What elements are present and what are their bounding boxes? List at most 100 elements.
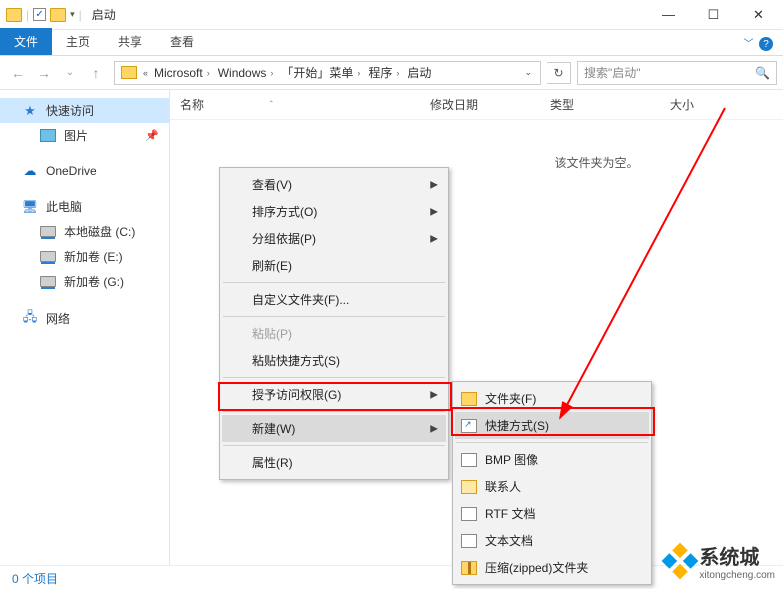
ctx-new-shortcut[interactable]: 快捷方式(S) — [455, 412, 649, 439]
tab-home[interactable]: 主页 — [52, 28, 104, 55]
qat-folder-icon[interactable] — [50, 8, 66, 22]
divider: | — [79, 8, 82, 22]
ctx-new-txt[interactable]: 文本文档 — [455, 527, 649, 554]
pin-icon: 📌 — [145, 129, 159, 142]
sidebar-item-pictures[interactable]: 图片 📌 — [0, 123, 169, 148]
ctx-new-bmp[interactable]: BMP 图像 — [455, 446, 649, 473]
ctx-new[interactable]: 新建(W)▶ — [222, 415, 446, 442]
tab-view[interactable]: 查看 — [156, 28, 208, 55]
breadcrumb[interactable]: « Microsoft› Windows› 「开始」菜单› 程序› 启动 ⌄ — [114, 61, 541, 85]
ctx-new-contact[interactable]: 联系人 — [455, 473, 649, 500]
drive-icon — [40, 276, 56, 287]
watermark-url: xitongcheng.com — [699, 570, 775, 581]
chevron-right-icon: › — [396, 68, 399, 78]
refresh-button[interactable]: ↻ — [547, 62, 571, 84]
help-icon[interactable]: ? — [759, 37, 773, 51]
item-count: 0 个项目 — [12, 572, 58, 586]
sidebar-item-label: 新加卷 (E:) — [64, 248, 123, 265]
sidebar: ★ 快速访问 图片 📌 ☁ OneDrive 🖥 此电脑 本地磁盘 (C:) — [0, 90, 170, 567]
folder-icon — [461, 391, 477, 407]
watermark-brand: 系统城 — [699, 547, 759, 569]
search-placeholder: 搜索"启动" — [584, 64, 641, 81]
nav-buttons: ← → ⌄ ↑ — [6, 61, 108, 85]
crumb-item: Windows› — [214, 66, 278, 80]
context-menu-main: 查看(V)▶ 排序方式(O)▶ 分组依据(P)▶ 刷新(E) 自定义文件夹(F)… — [219, 167, 449, 480]
submenu-arrow-icon: ▶ — [430, 423, 438, 434]
window-title: 启动 — [92, 6, 116, 23]
ribbon-tabs: 文件 主页 共享 查看 ﹀ ? — [0, 30, 783, 56]
drive-icon — [40, 226, 56, 237]
sidebar-item-network[interactable]: 🖧 网络 — [0, 306, 169, 331]
col-date[interactable]: 修改日期 — [430, 96, 550, 113]
sidebar-item-this-pc[interactable]: 🖥 此电脑 — [0, 194, 169, 219]
minimize-button[interactable]: — — [646, 1, 691, 29]
folder-app-icon — [6, 8, 22, 22]
separator — [223, 282, 445, 283]
separator — [223, 377, 445, 378]
empty-folder-message: 该文件夹为空。 — [170, 120, 783, 171]
qat-checkbox-icon[interactable]: ✓ — [33, 8, 46, 21]
crumb-item: 「开始」菜单› — [277, 64, 364, 81]
up-button[interactable]: ↑ — [84, 61, 108, 85]
sidebar-item-label: 网络 — [46, 310, 70, 327]
rtf-icon — [461, 506, 477, 522]
address-dropdown-icon[interactable]: ⌄ — [518, 67, 538, 78]
forward-button[interactable]: → — [32, 61, 56, 85]
titlebar: | ✓ ▾ | 启动 — ☐ ✕ — [0, 0, 783, 30]
sidebar-item-volume-g[interactable]: 新加卷 (G:) — [0, 269, 169, 294]
crumb-item: Microsoft› — [150, 66, 214, 80]
separator — [223, 411, 445, 412]
separator — [223, 316, 445, 317]
breadcrumb-back-icon: « — [141, 68, 150, 78]
drive-icon — [40, 251, 56, 262]
address-bar-row: ← → ⌄ ↑ « Microsoft› Windows› 「开始」菜单› 程序… — [0, 56, 783, 90]
ctx-properties[interactable]: 属性(R) — [222, 449, 446, 476]
sidebar-item-volume-e[interactable]: 新加卷 (E:) — [0, 244, 169, 269]
ctx-new-folder[interactable]: 文件夹(F) — [455, 385, 649, 412]
status-bar: 0 个项目 — [0, 565, 783, 589]
network-icon: 🖧 — [22, 312, 38, 326]
bmp-icon — [461, 452, 477, 468]
ctx-view[interactable]: 查看(V)▶ — [222, 171, 446, 198]
sidebar-item-local-disk-c[interactable]: 本地磁盘 (C:) — [0, 219, 169, 244]
history-dropdown-icon[interactable]: ⌄ — [58, 61, 82, 85]
col-type[interactable]: 类型 — [550, 96, 670, 113]
sidebar-item-quick-access[interactable]: ★ 快速访问 — [0, 98, 169, 123]
chevron-right-icon: › — [357, 68, 360, 78]
tab-file[interactable]: 文件 — [0, 28, 52, 55]
sidebar-item-label: OneDrive — [46, 164, 97, 178]
submenu-arrow-icon: ▶ — [430, 206, 438, 217]
sidebar-item-onedrive[interactable]: ☁ OneDrive — [0, 160, 169, 182]
ctx-refresh[interactable]: 刷新(E) — [222, 252, 446, 279]
maximize-button[interactable]: ☐ — [691, 1, 736, 29]
search-input[interactable]: 搜索"启动" 🔍 — [577, 61, 777, 85]
window-buttons: — ☐ ✕ — [646, 1, 781, 29]
col-size[interactable]: 大小 — [670, 96, 750, 113]
ctx-new-zip[interactable]: 压缩(zipped)文件夹 — [455, 554, 649, 581]
sidebar-item-label: 快速访问 — [46, 102, 94, 119]
close-button[interactable]: ✕ — [736, 1, 781, 29]
ctx-paste-shortcut[interactable]: 粘贴快捷方式(S) — [222, 347, 446, 374]
crumb-item: 程序› — [364, 64, 403, 81]
sidebar-item-label: 图片 — [64, 127, 88, 144]
search-icon[interactable]: 🔍 — [755, 66, 770, 80]
zip-icon — [461, 560, 477, 576]
sidebar-item-label: 此电脑 — [46, 198, 82, 215]
crumb-item: 启动 — [403, 64, 435, 81]
ribbon-expand-icon[interactable]: ﹀ ? — [733, 31, 783, 56]
context-menu-new: 文件夹(F) 快捷方式(S) BMP 图像 联系人 RTF 文档 文本文档 压缩… — [452, 381, 652, 585]
ctx-grant-access[interactable]: 授予访问权限(G)▶ — [222, 381, 446, 408]
separator — [456, 442, 648, 443]
separator — [223, 445, 445, 446]
tab-share[interactable]: 共享 — [104, 28, 156, 55]
column-headers: 名称ˆ 修改日期 类型 大小 — [170, 90, 783, 120]
back-button[interactable]: ← — [6, 61, 30, 85]
sort-indicator-icon: ˆ — [270, 100, 273, 109]
qat-dropdown-icon[interactable]: ▾ — [70, 9, 75, 20]
ctx-customize[interactable]: 自定义文件夹(F)... — [222, 286, 446, 313]
ctx-group[interactable]: 分组依据(P)▶ — [222, 225, 446, 252]
ctx-sort[interactable]: 排序方式(O)▶ — [222, 198, 446, 225]
col-name[interactable]: 名称ˆ — [180, 96, 430, 113]
sidebar-item-label: 新加卷 (G:) — [64, 273, 124, 290]
ctx-new-rtf[interactable]: RTF 文档 — [455, 500, 649, 527]
